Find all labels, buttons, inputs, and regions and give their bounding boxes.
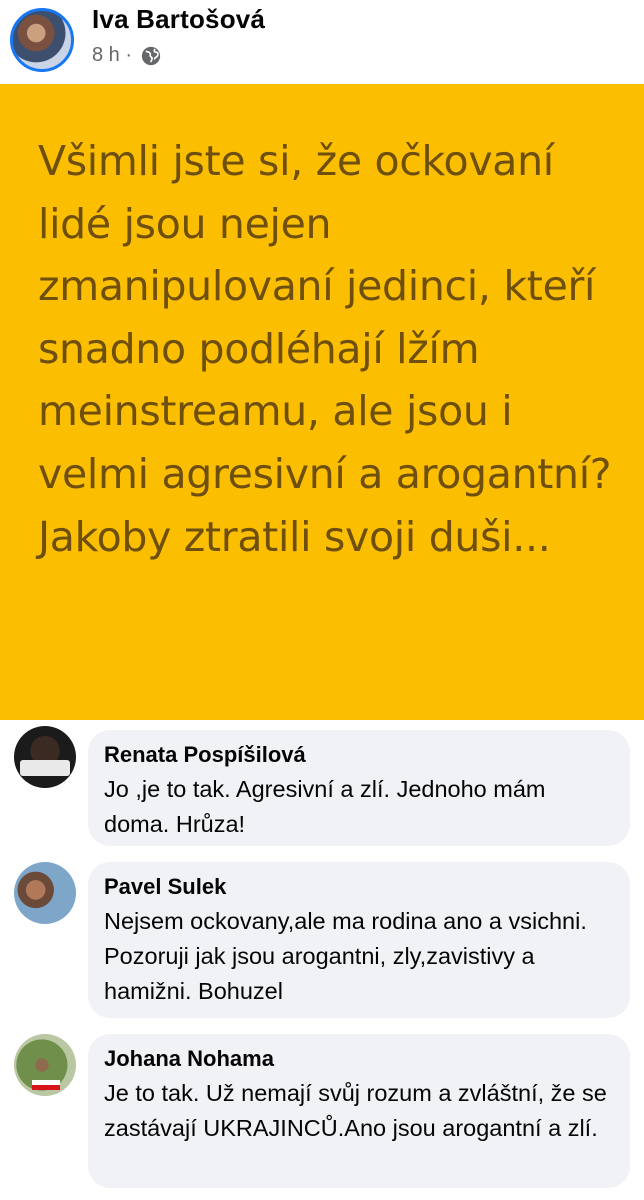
post-time[interactable]: 8 h · [92,44,132,67]
commenter-name[interactable]: Johana Nohama [104,1044,614,1074]
comment-text: Jo ,je to tak. Agresivní a zlí. Jednoho … [104,776,546,837]
globe-icon [141,46,161,65]
avatar-flag-sticker [32,1080,60,1090]
commenter-avatar[interactable] [14,862,76,924]
comment-text: Nejsem ockovany,ale ma rodina ano a vsic… [104,908,587,1004]
comment-bubble: Johana Nohama Je to tak. Už nemají svůj … [88,1034,630,1188]
post-background-card: Všimli jste si, že očkovaní lidé jsou ne… [0,84,644,720]
comment-bubble: Renata Pospíšilová Jo ,je to tak. Agresi… [88,730,630,846]
comments-section: Renata Pospíšilová Jo ,je to tak. Agresi… [0,720,644,1200]
author-avatar[interactable] [10,8,74,72]
post-text: Všimli jste si, že očkovaní lidé jsou ne… [38,137,612,561]
post-header: Iva Bartošová 8 h · [0,0,644,84]
post-meta: 8 h · [92,44,162,67]
comment-item: Johana Nohama Je to tak. Už nemají svůj … [0,1032,644,1196]
comment-bubble: Pavel Sulek Nejsem ockovany,ale ma rodin… [88,862,630,1018]
comment-item: Pavel Sulek Nejsem ockovany,ale ma rodin… [0,858,644,1022]
commenter-name[interactable]: Pavel Sulek [104,872,614,902]
commenter-avatar[interactable] [14,1034,76,1096]
commenter-avatar[interactable] [14,726,76,788]
comment-text: Je to tak. Už nemají svůj rozum a zvlášt… [104,1080,607,1141]
avatar-caption-sticker [20,760,70,776]
comment-item: Renata Pospíšilová Jo ,je to tak. Agresi… [0,720,644,856]
commenter-name[interactable]: Renata Pospíšilová [104,740,614,770]
author-name[interactable]: Iva Bartošová [92,4,265,35]
